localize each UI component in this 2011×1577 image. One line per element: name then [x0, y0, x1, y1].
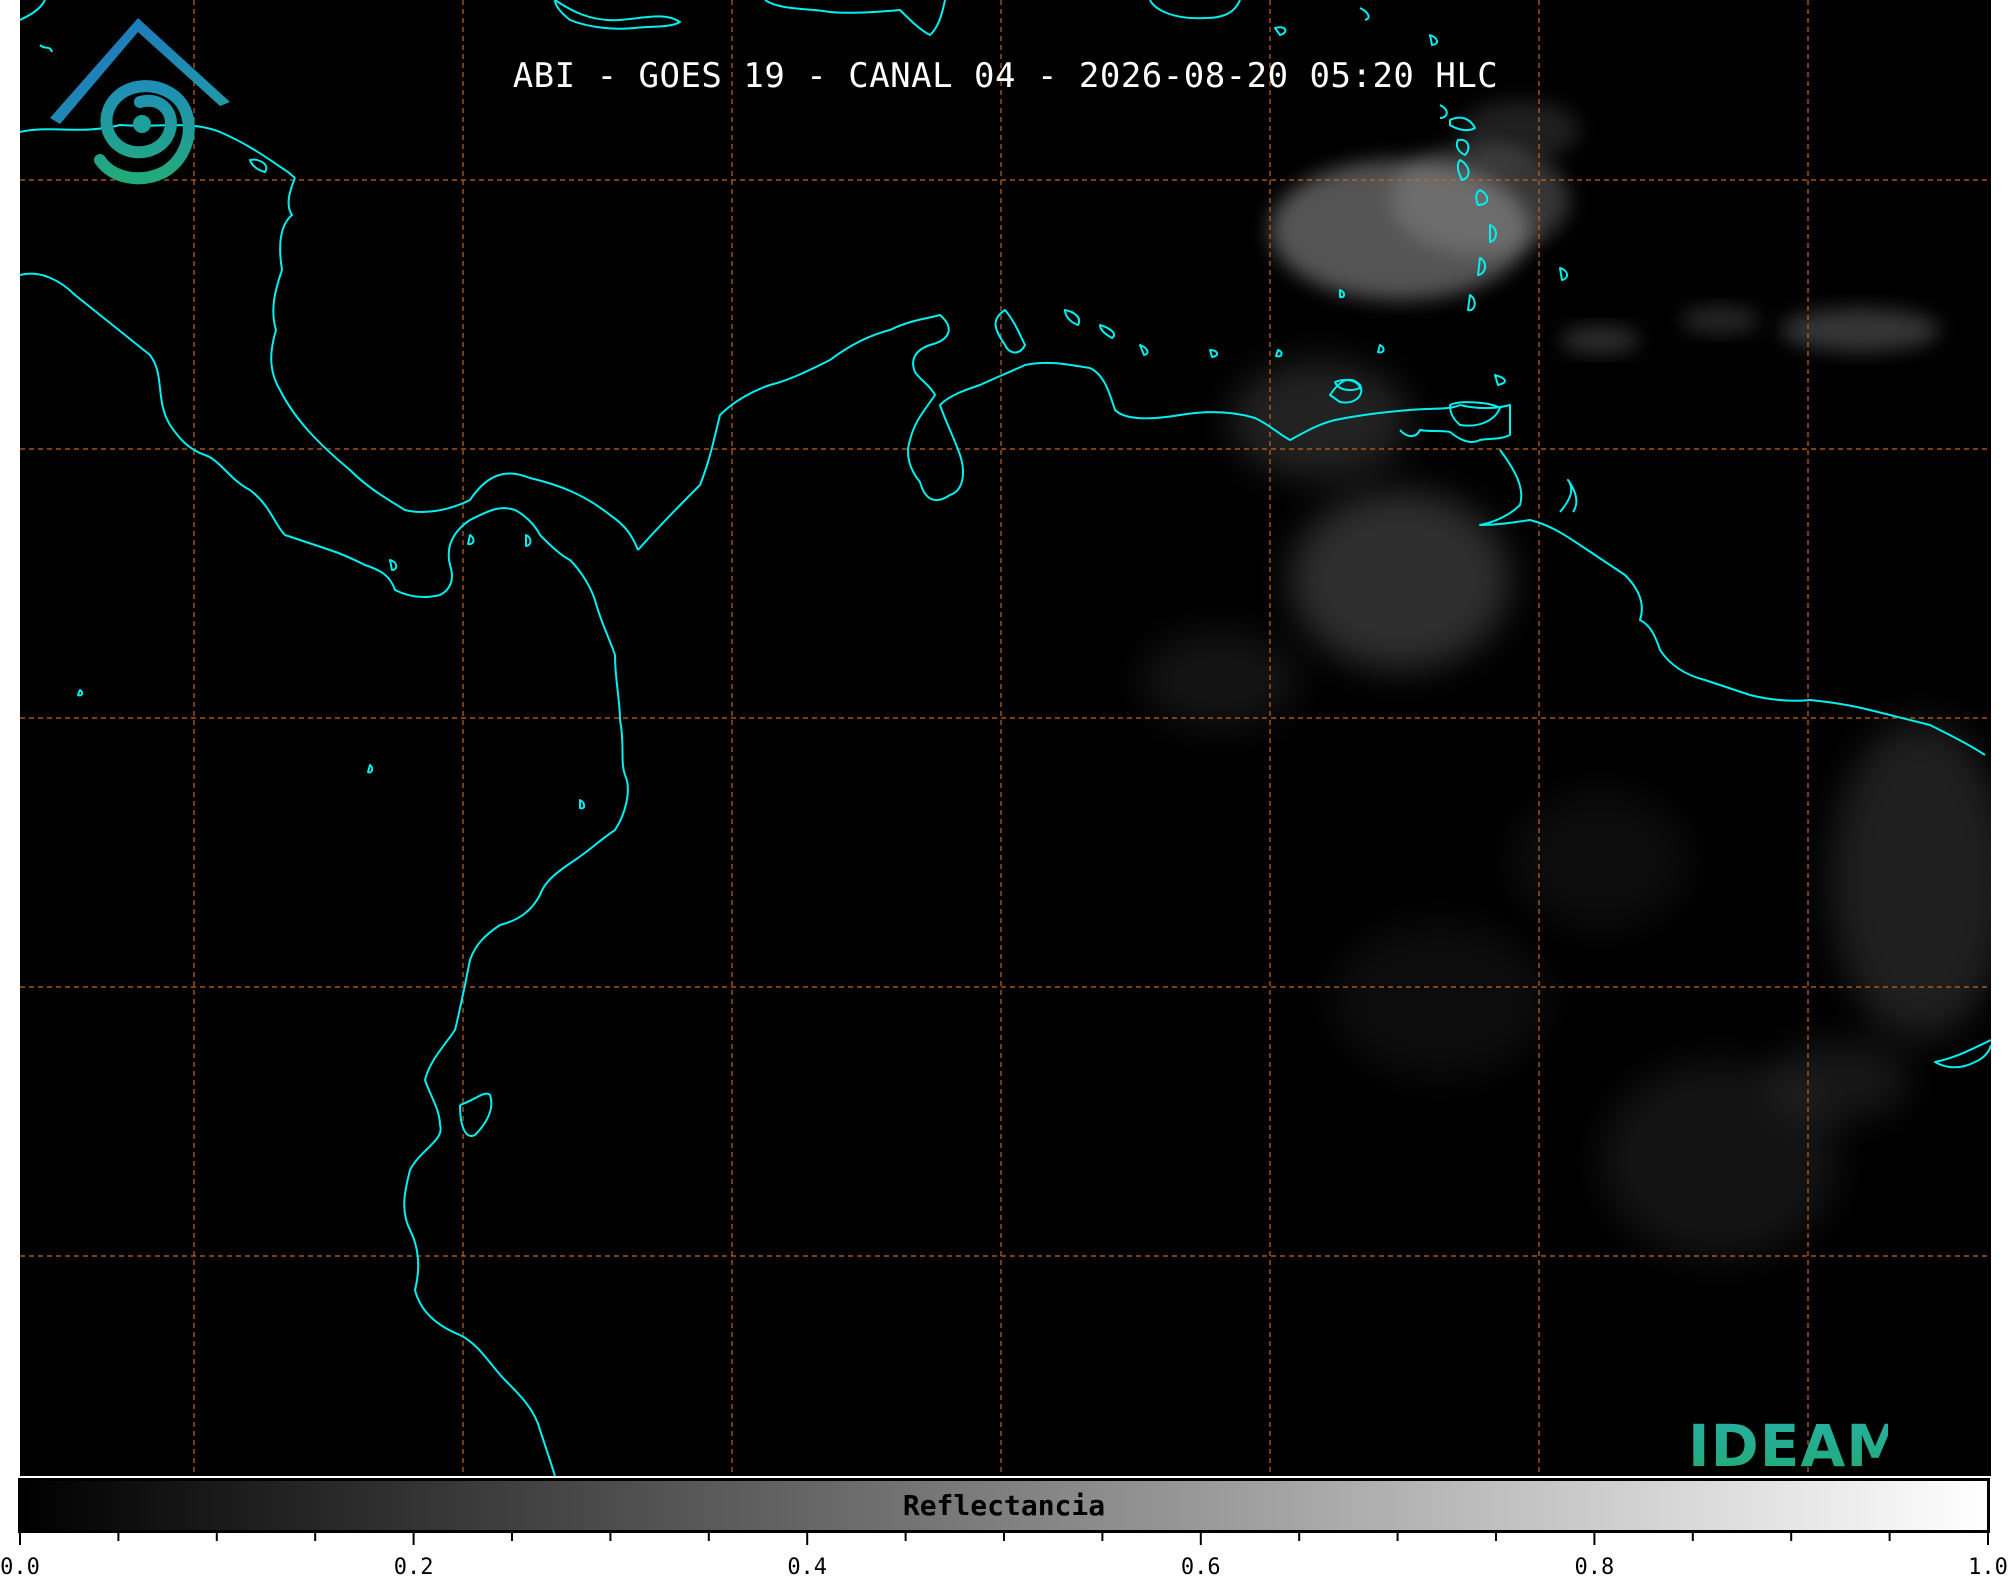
coastline-venezuela-east: [1399, 404, 1511, 443]
logo-roof-icon: [50, 18, 230, 124]
colorbar-tick-label: 0.8: [1574, 1555, 1615, 1577]
coastline-island: [1429, 34, 1438, 46]
coastline-island: [467, 534, 475, 546]
colorbar-tick-label: 1.0: [1968, 1555, 2008, 1577]
coastline-bonaire: [1139, 344, 1149, 356]
coastline-colombia-pacific: [403, 719, 629, 1476]
cloud-patch: [1600, 1060, 1840, 1260]
coastline-barbados: [1559, 267, 1568, 281]
ideam-mountain-spiral-icon: [50, 18, 230, 185]
coastline-island: [1339, 289, 1346, 299]
coastline-island: [1377, 344, 1385, 354]
cloud-patch: [1140, 630, 1300, 730]
colorbar-label: Reflectancia: [902, 1489, 1106, 1522]
colorbar-tick-label: 0.6: [1180, 1555, 1221, 1577]
coastline-gorgona: [367, 764, 374, 774]
coastline-brazil-east: [1934, 1039, 1991, 1069]
colorbar-tick-label: 0.0: [0, 1555, 40, 1577]
coastline-island: [579, 799, 586, 810]
cloud-patch: [1290, 490, 1510, 670]
coastline-island: [1359, 7, 1370, 21]
coastline-island: [1209, 349, 1218, 358]
coastline-lesser-antilles: [1467, 294, 1476, 312]
colorbar-tick-label: 0.2: [393, 1555, 434, 1577]
coastline-puerto-rico: [1149, 0, 1241, 20]
coastline-curacao: [1099, 324, 1116, 339]
cloud-patch: [1560, 326, 1640, 354]
cloud-patch: [1830, 720, 1991, 1040]
satellite-image-figure: ABI - GOES 19 - CANAL 04 - 2026-08-20 05…: [0, 0, 2011, 1577]
coastline-caribbean-central-america: [270, 177, 639, 551]
coastline-island: [389, 559, 398, 571]
logo-text: IDEAM: [1688, 1412, 1904, 1476]
colorbar-tick-label: 0.4: [787, 1555, 828, 1577]
map-canvas: [20, 0, 1991, 1476]
coastline-pacific-central-america: [20, 272, 541, 599]
satellite-map: ABI - GOES 19 - CANAL 04 - 2026-08-20 05…: [20, 0, 1991, 1476]
coastline-island: [1275, 349, 1283, 358]
coastline-san-andres: [525, 534, 532, 547]
coastline-panama: [539, 534, 621, 721]
coastline-orinoco-delta: [1479, 449, 1986, 756]
coastline-guyana-inlet: [1559, 479, 1578, 513]
coastline-lesser-antilles: [1439, 104, 1448, 119]
cloud-patch: [1510, 790, 1690, 930]
coastline-hispaniola: [764, 0, 946, 36]
cloud-patch: [1780, 308, 1940, 352]
cloud-field: [1140, 100, 1991, 1260]
coastline-aruba: [1064, 309, 1081, 326]
cloud-patch: [1390, 145, 1570, 255]
coastline-tumaco-inlet: [459, 1092, 493, 1137]
cloud-patch: [1460, 100, 1580, 160]
cloud-patch: [1680, 306, 1760, 334]
image-title: ABI - GOES 19 - CANAL 04 - 2026-08-20 05…: [512, 56, 1499, 96]
colorbar-ticks: [19, 1533, 1989, 1545]
coastline-island: [1274, 26, 1287, 36]
coastline-guajira: [994, 309, 1026, 354]
coastline-jamaica: [554, 0, 681, 30]
cloud-patch: [1330, 920, 1550, 1080]
coastline-tobago: [1494, 374, 1506, 386]
coastline-malpelo: [77, 689, 84, 697]
logo-spiral-center-icon: [133, 115, 151, 133]
